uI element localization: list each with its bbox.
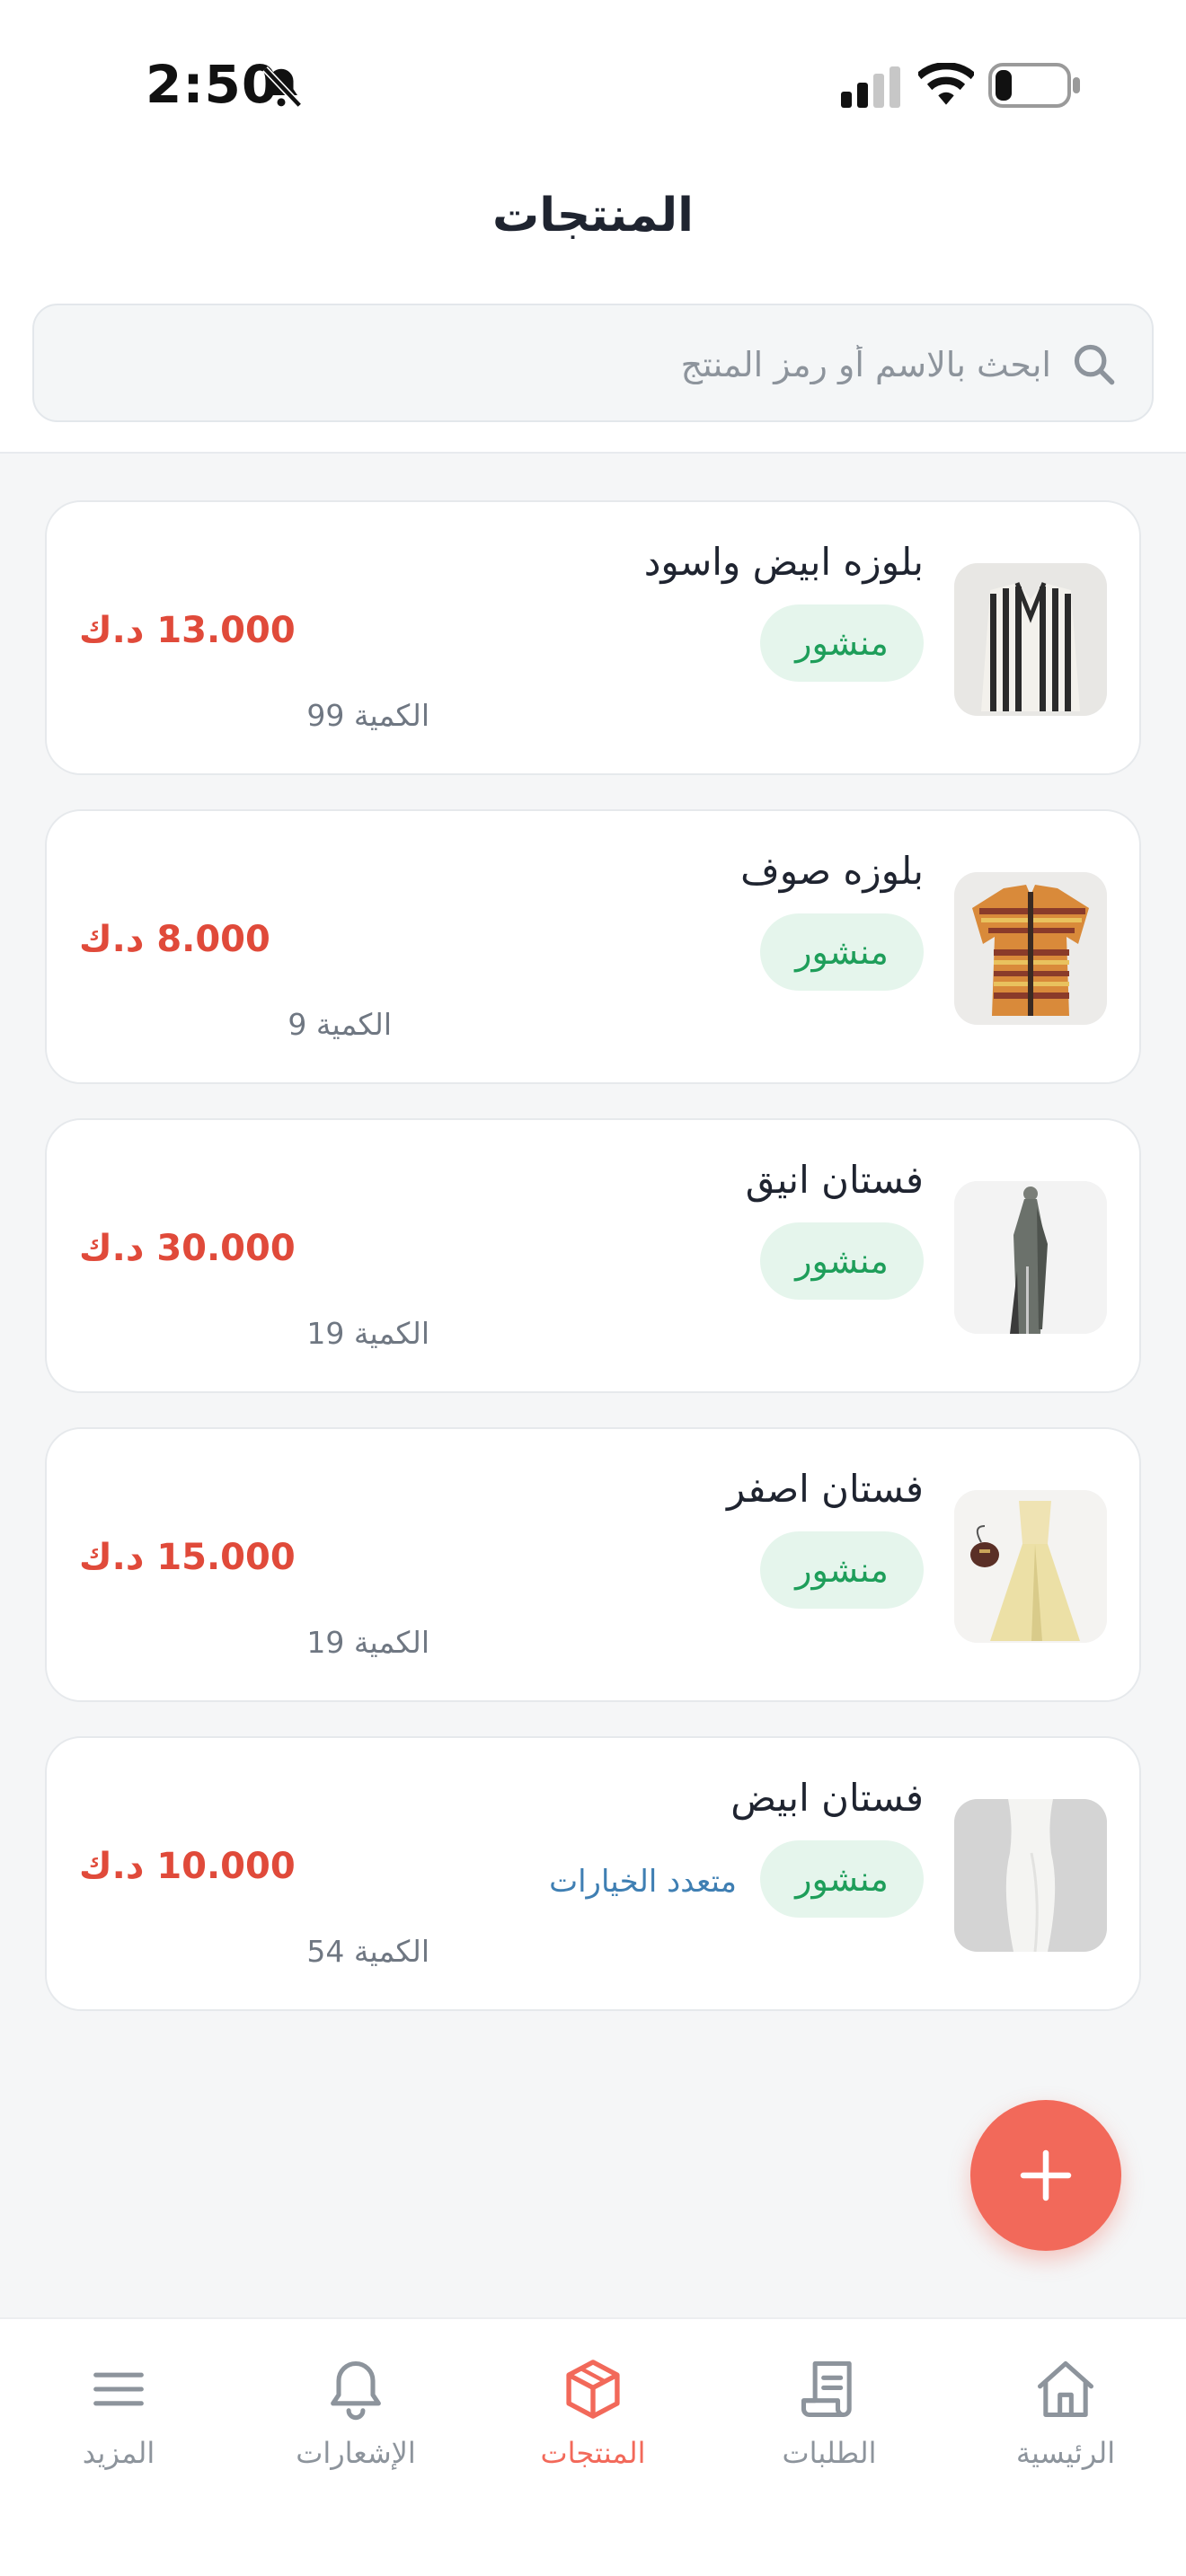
product-name: فستان انيق [745,1158,924,1202]
cellular-signal-icon [841,66,900,108]
wifi-icon [918,63,974,105]
product-card[interactable]: بلوزه صوف منشور 8.000 د.ك الكمية 9 [45,809,1141,1084]
bell-icon [331,2360,381,2421]
tab-orders[interactable]: الطلبات [739,2355,919,2508]
product-list: بلوزه ابيض واسود منشور 13.000 د.ك الكمية… [45,500,1141,2045]
product-card[interactable]: فستان ابيض منشور متعدد الخيارات 10.000 د… [45,1736,1141,2011]
product-card[interactable]: فستان اصفر منشور 15.000 د.ك الكمية 19 [45,1427,1141,1702]
tab-label: الطلبات [782,2436,877,2470]
product-price: 15.000 د.ك [79,1537,296,1578]
tab-label: الإشعارات [296,2436,416,2470]
product-name: فستان ابيض [730,1776,924,1820]
tab-more[interactable]: المزيد [29,2355,208,2508]
status-badge: منشور [760,913,924,991]
tab-label: المنتجات [540,2436,646,2470]
variants-label: متعدد الخيارات [549,1864,737,1900]
tab-products[interactable]: المنتجات [503,2355,683,2508]
product-name: فستان اصفر [727,1467,924,1511]
receipt-icon [801,2360,852,2418]
search-input[interactable] [81,327,1051,402]
home-icon [1037,2360,1094,2418]
product-card[interactable]: بلوزه ابيض واسود منشور 13.000 د.ك الكمية… [45,500,1141,775]
product-price: 10.000 د.ك [79,1846,296,1887]
product-image [954,1181,1107,1334]
box-icon [566,2360,620,2419]
product-card[interactable]: فستان انيق منشور 30.000 د.ك الكمية 19 [45,1118,1141,1393]
tab-label: المزيد [82,2436,155,2470]
product-price: 8.000 د.ك [79,919,270,960]
product-quantity: الكمية 19 [306,1316,429,1351]
product-image [954,872,1107,1025]
menu-icon [93,2372,144,2406]
product-quantity: الكمية 19 [306,1625,429,1660]
plus-icon [1020,2149,1072,2201]
product-price: 30.000 د.ك [79,1228,296,1269]
tab-label: الرئيسية [1015,2436,1116,2470]
product-name: بلوزه صوف [740,849,924,893]
product-quantity: الكمية 54 [306,1934,429,1969]
product-price: 13.000 د.ك [79,610,296,651]
status-badge: منشور [760,1840,924,1918]
status-badge: منشور [760,1222,924,1300]
product-image [954,563,1107,716]
bottom-tab-bar: الرئيسية الطلبات المنتجات الإشعارات المز… [0,2317,1186,2576]
add-product-button[interactable] [970,2100,1121,2251]
product-image [954,1799,1107,1952]
tab-home[interactable]: الرئيسية [976,2355,1155,2508]
product-name: بلوزه ابيض واسود [643,540,924,584]
product-quantity: الكمية 99 [306,698,429,733]
page-title: المنتجات [492,189,694,243]
search-icon [1074,344,1115,385]
status-bar: 2:50 [0,0,1186,171]
search-bar[interactable] [32,304,1154,422]
status-badge: منشور [760,1531,924,1609]
product-quantity: الكمية 9 [288,1007,392,1042]
bell-off-icon [262,66,303,108]
battery-icon [988,63,1080,108]
product-image [954,1490,1107,1643]
top-header: 2:50 المنتجات [0,0,1186,454]
tab-notifications[interactable]: الإشعارات [266,2355,446,2508]
status-badge: منشور [760,604,924,682]
